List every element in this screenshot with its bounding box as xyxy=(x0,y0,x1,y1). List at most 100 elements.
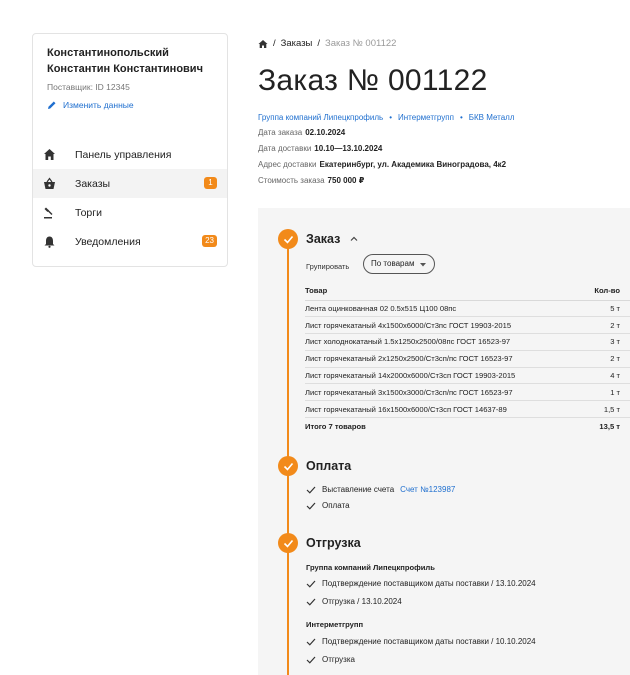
product-name: Лист горячекатаный 2х1250х2500/Ст3сп/пс … xyxy=(305,350,583,368)
payment-step-check-icon xyxy=(278,456,298,476)
delivery-date-row: Дата доставки 10.10—13.10.2024 xyxy=(258,144,382,153)
shipping-supplier-name: Группа компаний Липецкпрофиль xyxy=(306,563,435,572)
invoice-step-label: Выставление счета xyxy=(322,485,395,494)
delivery-date-value: 10.10—13.10.2024 xyxy=(314,144,383,153)
shipping-section-title: Отгрузка xyxy=(306,536,361,550)
order-date-label: Дата заказа xyxy=(258,128,303,137)
sidebar-item-dashboard[interactable]: Панель управления xyxy=(33,140,227,169)
group-by-label: Групировать xyxy=(306,262,350,271)
column-header-product: Товар xyxy=(305,282,583,301)
check-icon xyxy=(306,580,316,588)
page-title: Заказ № 001122 xyxy=(258,64,488,97)
invoice-step: Выставление счета Счет №123987 xyxy=(306,485,455,494)
gavel-icon xyxy=(44,207,53,219)
order-items-table: Товар Кол-во Лента оцинкованная 02 0.5х5… xyxy=(305,282,630,434)
table-row: Лист горячекатаный 3х1500х3000/Ст3сп/пс … xyxy=(305,383,630,402)
basket-icon xyxy=(44,177,55,189)
confirm-date-label: Подтверждение поставщиком даты поставки … xyxy=(322,579,536,588)
confirm-date-label: Подтверждение поставщиком даты поставки … xyxy=(322,637,536,646)
shipping-step-check-icon xyxy=(278,533,298,553)
supplier-link[interactable]: Группа компаний Липецкпрофиль xyxy=(258,113,383,122)
breadcrumb: / Заказы / Заказ № 001122 xyxy=(258,38,396,49)
shipment-label: Отгрузка xyxy=(322,655,355,664)
shipment-step: Отгрузка / 13.10.2024 xyxy=(306,597,402,606)
separator-dot: • xyxy=(389,113,392,122)
order-cost-value: 750 000 ₽ xyxy=(327,176,365,185)
sidebar-item-auctions[interactable]: Торги xyxy=(33,198,227,227)
sidebar-item-label: Уведомления xyxy=(75,235,141,248)
total-label: Итого 7 товаров xyxy=(305,421,366,431)
table-row: Лист горячекатаный 16х1500х6000/Ст3сп ГО… xyxy=(305,400,630,419)
delivery-address-value: Екатеринбург, ул. Академика Виноградова,… xyxy=(319,160,507,169)
table-row: Лист холоднокатаный 1.5х1250х2500/08пс Г… xyxy=(305,333,630,351)
invoice-link[interactable]: Счет №123987 xyxy=(400,485,455,494)
delivery-address-row: Адрес доставки Екатеринбург, ул. Академик… xyxy=(258,160,506,169)
sidebar-item-label: Заказы xyxy=(75,177,111,190)
product-name: Лента оцинкованная 02 0.5х515 Ц100 08пс xyxy=(305,300,583,318)
sidebar-item-label: Панель управления xyxy=(75,148,172,161)
breadcrumb-current: Заказ № 001122 xyxy=(325,38,397,49)
delivery-date-label: Дата доставки xyxy=(258,144,312,153)
check-icon xyxy=(306,502,316,510)
table-row: Лента оцинкованная 02 0.5х515 Ц100 08пс 5… xyxy=(305,300,630,318)
check-icon xyxy=(306,656,316,664)
product-qty: 3 т xyxy=(582,333,630,351)
order-date-value: 02.10.2024 xyxy=(305,128,346,137)
home-icon[interactable] xyxy=(258,39,268,49)
order-date-row: Дата заказа 02.10.2024 xyxy=(258,128,345,137)
order-section-title: Заказ xyxy=(306,232,341,246)
product-name: Лист горячекатаный 4х1500х6000/Ст3пс ГОС… xyxy=(305,316,583,335)
check-icon xyxy=(306,598,316,606)
product-name: Лист горячекатаный 14х2000х6000/Ст3сп ГО… xyxy=(305,367,583,385)
orders-count-badge: 1 xyxy=(204,177,217,189)
user-name: Константинопольский Константин Константи… xyxy=(47,47,203,75)
payment-section-title: Оплата xyxy=(306,459,352,473)
product-name: Лист горячекатаный 3х1500х3000/Ст3сп/пс … xyxy=(305,383,583,402)
confirm-date-step: Подтверждение поставщиком даты поставки … xyxy=(306,579,536,588)
confirm-date-step: Подтверждение поставщиком даты поставки … xyxy=(306,637,536,646)
breadcrumb-separator: / xyxy=(273,38,276,49)
order-timeline-panel: Заказ Групировать По товарам Товар Кол-в… xyxy=(258,208,630,675)
edit-profile-link[interactable]: Изменить данные xyxy=(47,100,134,110)
sidebar-nav: Панель управления Заказы 1 Торги Уведомл… xyxy=(33,140,227,256)
delivery-address-label: Адрес доставки xyxy=(258,160,317,169)
home-icon xyxy=(44,149,55,160)
group-by-select[interactable]: По товарам xyxy=(363,254,435,274)
order-cost-label: Стоимость заказа xyxy=(258,176,325,185)
notifications-count-badge: 23 xyxy=(202,235,217,247)
check-icon xyxy=(306,638,316,646)
order-step-check-icon xyxy=(278,229,298,249)
breadcrumb-separator: / xyxy=(317,38,321,49)
supplier-link[interactable]: Интерметгрупп xyxy=(398,113,454,122)
total-qty: 13,5 т xyxy=(599,421,620,431)
shipment-label: Отгрузка / 13.10.2024 xyxy=(322,597,402,606)
column-header-qty: Кол-во xyxy=(582,282,630,301)
table-header-row: Товар Кол-во xyxy=(305,282,630,301)
breadcrumb-orders-link[interactable]: Заказы xyxy=(281,38,313,49)
chevron-down-icon xyxy=(420,263,426,267)
order-cost-row: Стоимость заказа 750 000 ₽ xyxy=(258,176,364,185)
product-qty: 1,5 т xyxy=(582,400,630,419)
sidebar-item-orders[interactable]: Заказы 1 xyxy=(33,169,227,198)
sidebar-item-label: Торги xyxy=(75,206,102,219)
shipment-step: Отгрузка xyxy=(306,655,355,664)
product-name: Лист холоднокатаный 1.5х1250х2500/08пс Г… xyxy=(305,333,583,351)
separator-dot: • xyxy=(459,113,463,122)
shipping-supplier-name: Интерметгрупп xyxy=(306,620,364,629)
table-row: Лист горячекатаный 2х1250х2500/Ст3сп/пс … xyxy=(305,350,630,368)
supplier-id: Поставщик: ID 12345 xyxy=(47,82,130,92)
chevron-up-icon[interactable] xyxy=(349,234,359,244)
payment-step-label: Оплата xyxy=(322,501,350,510)
pencil-icon xyxy=(48,101,56,109)
group-by-value: По товарам xyxy=(371,259,415,268)
check-icon xyxy=(306,486,316,494)
product-name: Лист горячекатаный 16х1500х6000/Ст3сп ГО… xyxy=(305,400,583,419)
bell-icon xyxy=(44,236,55,248)
edit-profile-label: Изменить данные xyxy=(63,100,134,110)
table-row: Лист горячекатаный 4х1500х6000/Ст3пс ГОС… xyxy=(305,316,630,335)
supplier-link[interactable]: БКВ Металл xyxy=(469,113,515,122)
product-qty: 1 т xyxy=(582,383,630,402)
sidebar-item-notifications[interactable]: Уведомления 23 xyxy=(33,227,227,256)
supplier-links: Группа компаний Липецкпрофиль • Интермет… xyxy=(258,113,515,122)
product-qty: 5 т xyxy=(582,300,630,318)
